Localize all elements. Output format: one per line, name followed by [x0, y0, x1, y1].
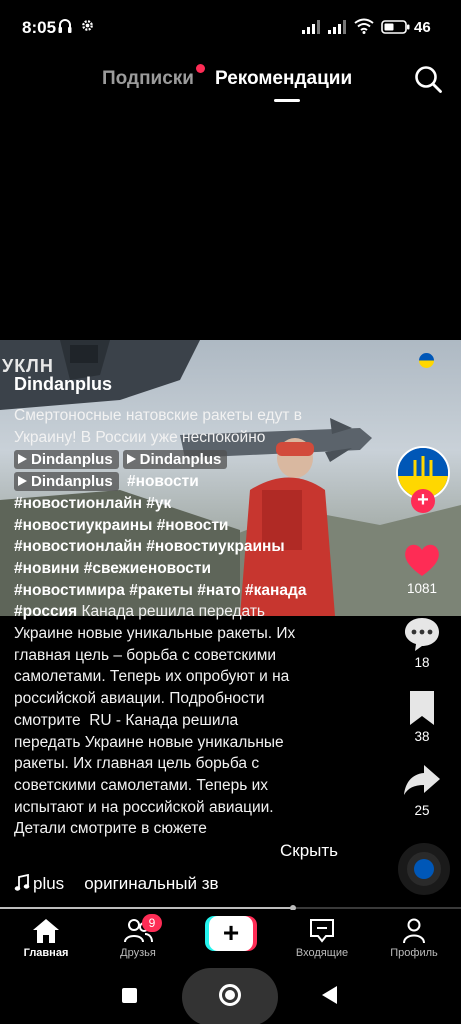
description-line: советскими самолетами. Теперь их [14, 776, 269, 794]
recents-icon[interactable] [122, 988, 137, 1003]
friends-badge: 9 [142, 914, 162, 932]
nav-inbox[interactable]: Входящие [282, 918, 362, 959]
active-tab-indicator [274, 99, 300, 102]
music-note-icon [14, 874, 30, 891]
signal-icon [302, 20, 320, 34]
linked-chip[interactable]: Dindanplus [14, 450, 119, 470]
hashtag[interactable]: #новостионлайн [14, 538, 142, 555]
plus-icon: + [209, 916, 253, 951]
ukraine-flag-icon [419, 353, 434, 368]
sound-avatar-icon [414, 859, 434, 879]
bookmark-icon[interactable] [402, 688, 442, 728]
gear-icon [82, 20, 93, 31]
description-line: Канада решила передать [81, 603, 266, 621]
music-disc[interactable] [398, 843, 450, 895]
tab-for-you[interactable]: Рекомендации [215, 68, 352, 90]
feed-tabs: Подписки Рекомендации [0, 64, 461, 110]
profile-icon [403, 918, 425, 944]
home-icon [33, 919, 59, 943]
inbox-icon [310, 919, 334, 943]
linked-chip[interactable]: Dindanplus [122, 450, 228, 470]
home-circle-icon[interactable] [219, 984, 241, 1006]
linked-chip[interactable]: Dindanplus [14, 472, 119, 492]
nav-home[interactable]: Главная [6, 918, 86, 959]
music-title: оригинальный зв [84, 874, 219, 893]
hashtag[interactable]: #новостимира [14, 582, 125, 599]
follow-button[interactable]: + [411, 489, 435, 513]
description-line: Детали смотрите в сюжете [14, 820, 207, 838]
battery-icon [381, 20, 410, 34]
hashtag[interactable]: #нато [197, 582, 240, 599]
nav-friends[interactable]: Друзья [98, 918, 178, 959]
comment-count: 18 [414, 655, 430, 670]
search-icon[interactable] [413, 64, 443, 94]
share-icon[interactable] [402, 760, 442, 800]
hashtag[interactable]: #новости [127, 473, 199, 490]
description-line: самолетами. Теперь их опробуют и на [14, 668, 290, 686]
hashtag[interactable]: #новостиукраины [14, 517, 152, 534]
heart-icon[interactable] [402, 540, 442, 580]
like-count: 1081 [406, 581, 438, 596]
description-line: смотрите RU - Канада решила [14, 711, 239, 729]
description-line: Украине новые уникальные ракеты. Их [14, 625, 296, 643]
headphones-icon [58, 19, 72, 33]
tab-following[interactable]: Подписки [102, 68, 194, 90]
music-author: plus [33, 874, 65, 893]
hide-caption-button[interactable]: Скрыть [280, 841, 338, 861]
description-line: испытают и на российской авиации. [14, 798, 274, 816]
play-icon [18, 454, 27, 465]
play-icon [18, 476, 27, 487]
description-line: ракеты. Их главная цель борьба с [14, 755, 260, 773]
hashtag[interactable]: #свежиеновости [84, 560, 211, 577]
back-icon[interactable] [322, 986, 337, 1004]
post-author[interactable]: Dindanplus [14, 374, 112, 395]
hashtag[interactable]: #новостионлайн [14, 495, 142, 512]
system-navigation-bar [0, 966, 461, 1024]
nav-profile[interactable]: Профиль [374, 918, 454, 959]
hashtag[interactable]: #новостиукраины [146, 538, 284, 555]
video-progress-fill [0, 907, 293, 909]
video-progress-bar[interactable] [0, 905, 461, 911]
battery-percent: 46 [414, 19, 431, 36]
music-ticker[interactable]: plus оригинальный зв [14, 874, 229, 896]
signal-icon-2 [328, 20, 346, 34]
hashtag[interactable]: #ук [146, 495, 171, 512]
hashtag[interactable]: #новости [157, 517, 229, 534]
wifi-icon [354, 18, 374, 34]
caption-text: Смертоносные натовские ракеты едут в Укр… [14, 407, 302, 446]
status-bar: 8:05 46 [0, 0, 461, 58]
post-caption: Смертоносные натовские ракеты едут в Укр… [14, 405, 359, 840]
create-button[interactable]: + [205, 916, 257, 951]
description-line: российской авиации. Подробности [14, 690, 265, 708]
status-time: 8:05 [22, 18, 57, 37]
hashtag[interactable]: #новини [14, 560, 79, 577]
comment-icon[interactable] [402, 614, 442, 654]
description-line: передать Украине новые уникальные [14, 733, 284, 751]
share-count: 25 [414, 803, 430, 818]
save-count: 38 [414, 729, 430, 744]
following-notification-dot [196, 64, 205, 73]
hashtag[interactable]: #ракеты [129, 582, 193, 599]
hashtag[interactable]: #россия [14, 603, 77, 620]
play-icon [126, 454, 136, 465]
description-line: главная цель – борьба с советскими [14, 646, 277, 664]
hashtag[interactable]: #канада [245, 582, 306, 599]
